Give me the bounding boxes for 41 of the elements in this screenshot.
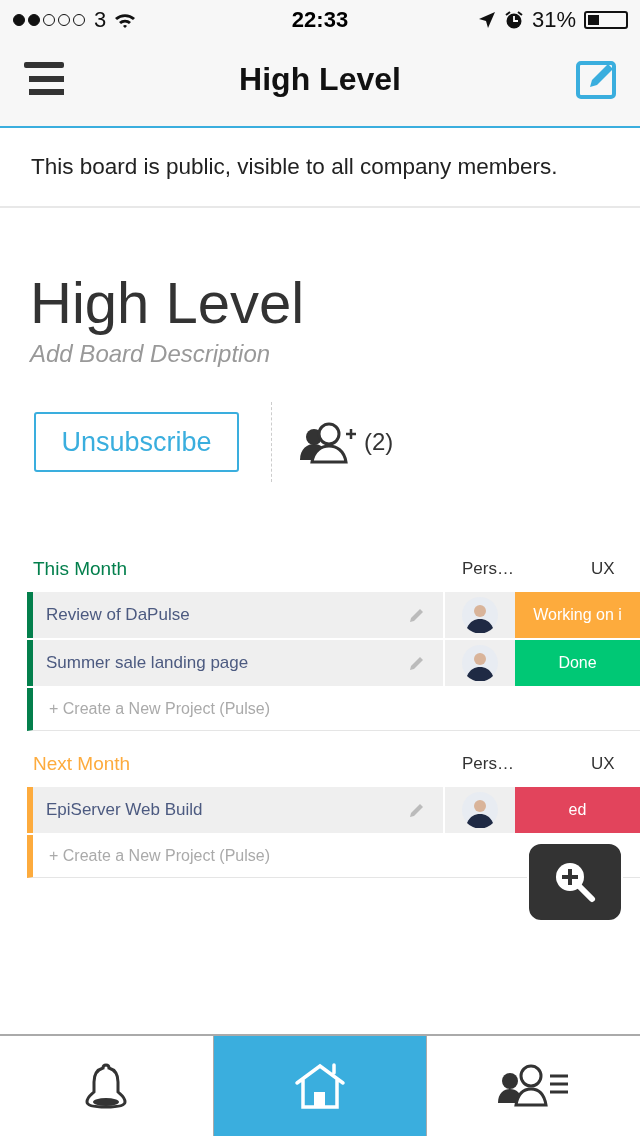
- menu-icon[interactable]: [24, 62, 64, 96]
- member-count: (2): [364, 428, 394, 456]
- alarm-icon: [503, 10, 524, 30]
- status-cell[interactable]: ed: [515, 787, 640, 833]
- person-cell[interactable]: [445, 592, 515, 638]
- unsubscribe-button[interactable]: Unsubscribe: [34, 412, 239, 472]
- task-name: EpiServer Web Build: [46, 800, 203, 820]
- task-name: Summer sale landing page: [46, 653, 249, 673]
- battery-icon: [584, 11, 628, 29]
- people-list-icon: [497, 1063, 570, 1109]
- task-cell[interactable]: Review of DaPulse: [27, 592, 445, 638]
- location-icon: [477, 11, 496, 29]
- board-title: High Level: [30, 269, 306, 337]
- column-header: Pers…: [462, 754, 514, 774]
- page-title: High Level: [239, 60, 401, 98]
- column-header: UX: [591, 559, 615, 579]
- public-notice: This board is public, visible to all company members.: [31, 154, 558, 180]
- battery-text: 31%: [531, 7, 576, 33]
- home-icon: [294, 1063, 346, 1109]
- group-title[interactable]: This Month: [33, 558, 127, 580]
- task-name: Review of DaPulse: [46, 605, 190, 625]
- avatar-icon: [462, 792, 498, 828]
- person-cell[interactable]: [445, 787, 515, 833]
- column-header: UX: [591, 754, 615, 774]
- avatar-icon: [462, 597, 498, 633]
- group-title[interactable]: Next Month: [33, 753, 131, 775]
- status-cell[interactable]: Done: [515, 640, 640, 686]
- add-project-row[interactable]: + Create a New Project (Pulse): [27, 688, 640, 731]
- column-header: Pers…: [462, 559, 514, 579]
- clock-text: 22:33: [291, 7, 349, 33]
- avatar-icon: [462, 645, 498, 681]
- task-cell[interactable]: EpiServer Web Build: [27, 787, 445, 833]
- wifi-icon: [114, 12, 137, 28]
- task-cell[interactable]: Summer sale landing page: [27, 640, 445, 686]
- zoom-button[interactable]: [527, 842, 623, 922]
- signal-icon: [12, 13, 86, 27]
- person-cell[interactable]: [445, 640, 515, 686]
- status-cell[interactable]: Working on i: [515, 592, 640, 638]
- add-member-icon[interactable]: [300, 420, 358, 464]
- carrier-text: 3: [94, 7, 107, 33]
- board-description-placeholder[interactable]: Add Board Description: [30, 340, 271, 368]
